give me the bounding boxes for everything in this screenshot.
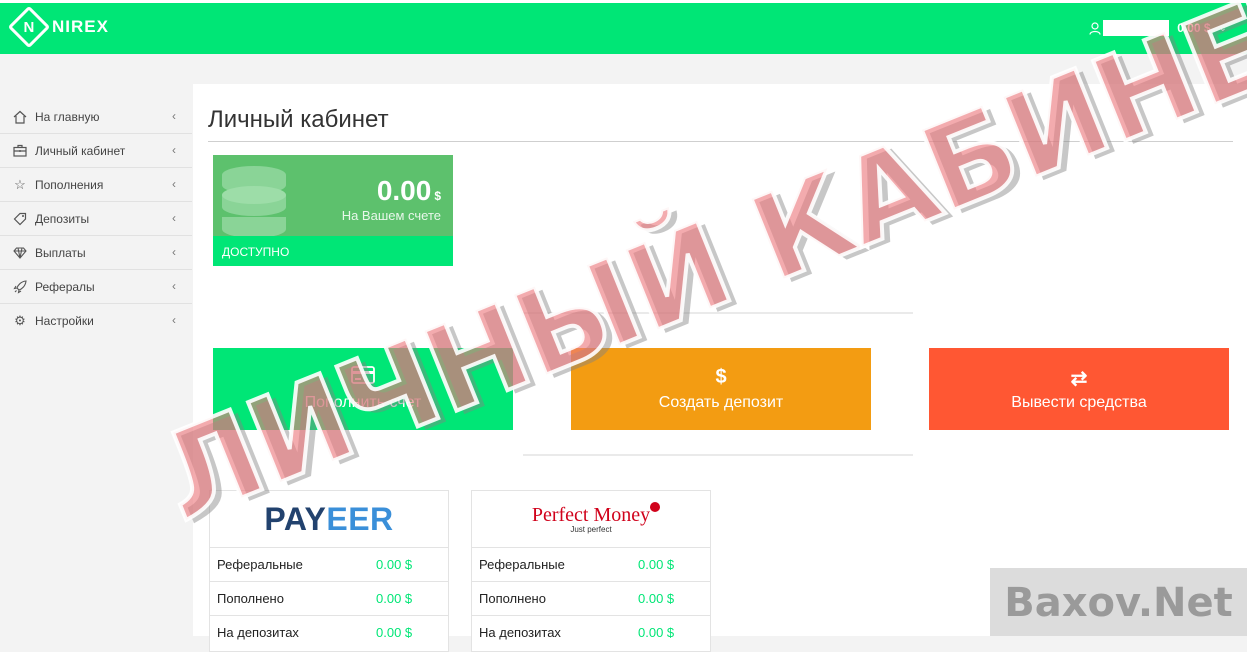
rocket-icon bbox=[12, 279, 28, 295]
table-row: Пополнено 0.00 $ bbox=[472, 582, 710, 616]
sidebar-item-label: Выплаты bbox=[35, 245, 86, 260]
chevron-left-icon: ‹ bbox=[172, 109, 176, 123]
table-row: На депозитах 0.00 $ bbox=[217, 625, 413, 640]
gear-icon: ⚙ bbox=[14, 313, 26, 328]
logo-text: NIREX bbox=[52, 17, 109, 36]
credit-card-icon bbox=[351, 366, 375, 388]
create-deposit-button[interactable]: $ Создать депозит bbox=[571, 348, 871, 430]
transfer-arrows-icon: ⇄ bbox=[1070, 368, 1088, 390]
sidebar-item-label: Рефералы bbox=[35, 279, 95, 294]
top-navbar: N NIREX 0.00 $ ⌄ bbox=[0, 0, 1247, 54]
payeer-logo: PAYEER bbox=[210, 491, 448, 548]
withdraw-button[interactable]: ⇄ Вывести средства bbox=[929, 348, 1229, 430]
header-currency: $ bbox=[1203, 21, 1211, 35]
chevron-left-icon: ‹ bbox=[172, 279, 176, 293]
sidebar-item-referrals[interactable]: Рефералы ‹ bbox=[0, 270, 192, 304]
table-row: Пополнено 0.00 $ bbox=[210, 582, 448, 616]
sidebar: На главную ‹ Личный кабинет ‹ ☆ Пополнен… bbox=[0, 100, 192, 338]
username-redacted bbox=[1103, 20, 1170, 36]
diamond-icon bbox=[12, 245, 28, 261]
balance-available-label: ДОСТУПНО bbox=[213, 236, 453, 266]
tag-icon bbox=[12, 211, 28, 227]
sidebar-item-home[interactable]: На главную ‹ bbox=[0, 100, 192, 134]
table-row: Реферальные 0.00 $ bbox=[472, 548, 710, 582]
nirex-logo-icon: N bbox=[7, 5, 51, 49]
sidebar-item-cabinet[interactable]: Личный кабинет ‹ bbox=[0, 134, 192, 168]
balance-subtitle: На Вашем счете bbox=[341, 208, 441, 223]
sidebar-item-label: Пополнения bbox=[35, 177, 104, 192]
sidebar-item-deposits[interactable]: Депозиты ‹ bbox=[0, 202, 192, 236]
sidebar-item-settings[interactable]: ⚙ Настройки ‹ bbox=[0, 304, 192, 338]
chevron-left-icon: ‹ bbox=[172, 211, 176, 225]
payeer-card: PAYEER Реферальные 0.00 $ Пополнено 0.00… bbox=[209, 490, 449, 652]
section-divider bbox=[523, 312, 913, 314]
chevron-left-icon: ‹ bbox=[172, 245, 176, 259]
title-divider bbox=[208, 141, 1233, 142]
user-icon bbox=[1089, 21, 1101, 35]
dollar-icon: $ bbox=[715, 366, 727, 388]
sidebar-item-payouts[interactable]: Выплаты ‹ bbox=[0, 236, 192, 270]
chevron-left-icon: ‹ bbox=[172, 143, 176, 157]
chevron-left-icon: ‹ bbox=[172, 177, 176, 191]
home-icon bbox=[12, 109, 28, 125]
pm-badge-icon bbox=[650, 502, 661, 512]
table-row: Реферальные 0.00 $ bbox=[210, 548, 448, 582]
briefcase-icon bbox=[12, 143, 28, 159]
balance-card: 0.00 $ На Вашем счете ДОСТУПНО bbox=[213, 155, 453, 266]
header-balance: 0.00 bbox=[1177, 21, 1201, 35]
logo[interactable]: N NIREX bbox=[7, 5, 109, 49]
section-divider bbox=[523, 454, 913, 456]
sidebar-item-deposits-topup[interactable]: ☆ Пополнения ‹ bbox=[0, 168, 192, 202]
sidebar-item-label: Депозиты bbox=[35, 211, 90, 226]
sidebar-item-label: Настройки bbox=[35, 314, 94, 328]
balance-amount: 0.00 $ bbox=[376, 175, 441, 206]
top-up-label: Пополнить счет bbox=[304, 394, 422, 411]
withdraw-label: Вывести средства bbox=[1011, 394, 1147, 411]
top-up-button[interactable]: Пополнить счет bbox=[213, 348, 513, 430]
table-row: На депозитах 0.00 $ bbox=[479, 625, 675, 640]
perfect-money-logo: Perfect Money Just perfect bbox=[472, 491, 710, 548]
user-menu[interactable]: 0.00 $ ⌄ bbox=[1089, 20, 1227, 36]
page-title: Личный кабинет bbox=[208, 106, 389, 133]
coins-stack-icon bbox=[222, 166, 286, 238]
main-content: Личный кабинет 0.00 $ На Вашем счете ДОСТ… bbox=[193, 84, 1247, 652]
create-deposit-label: Создать депозит bbox=[658, 394, 784, 411]
sidebar-item-label: Личный кабинет bbox=[35, 143, 126, 158]
perfect-money-card: Perfect Money Just perfect Реферальные 0… bbox=[471, 490, 711, 652]
star-icon: ☆ bbox=[14, 176, 26, 192]
site-watermark: Baxov.Net bbox=[990, 568, 1247, 636]
chevron-down-icon[interactable]: ⌄ bbox=[1219, 23, 1227, 34]
chevron-left-icon: ‹ bbox=[172, 313, 176, 327]
sidebar-item-label: На главную bbox=[35, 109, 100, 124]
